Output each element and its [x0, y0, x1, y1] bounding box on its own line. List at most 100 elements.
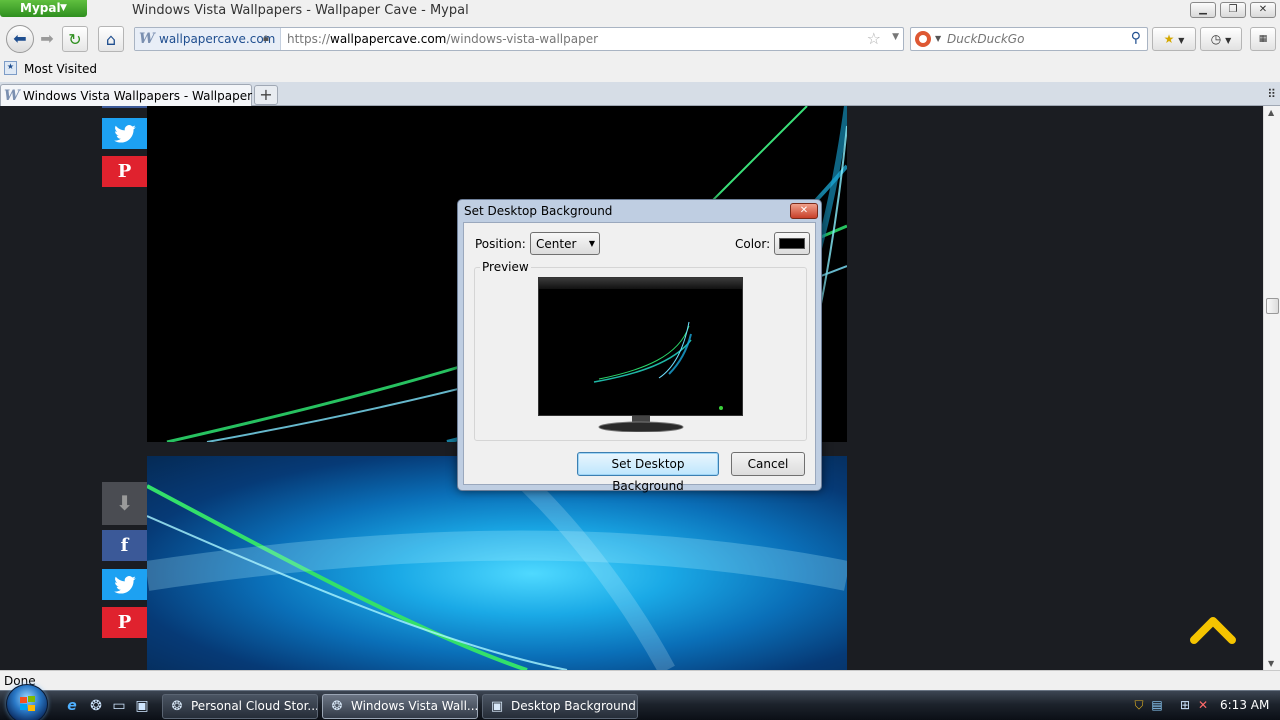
duckduckgo-icon[interactable]: [915, 31, 931, 47]
forward-icon: ➡: [40, 29, 54, 48]
taskbar-item-personal-cloud[interactable]: ❂ Personal Cloud Stor...: [162, 694, 318, 719]
restore-button[interactable]: ❐: [1220, 2, 1246, 18]
display-icon: ▣: [490, 699, 504, 714]
url-history-dropdown-icon[interactable]: ▼: [892, 32, 899, 42]
cancel-button[interactable]: Cancel: [731, 452, 805, 476]
windows-logo-icon: [20, 696, 35, 711]
position-select[interactable]: Center ▼: [530, 232, 600, 255]
home-button[interactable]: ⌂: [98, 26, 124, 52]
close-icon: ✕: [1258, 4, 1268, 15]
extension-icon: ▦: [1258, 34, 1268, 44]
internet-explorer-icon[interactable]: e: [64, 698, 80, 714]
extension-button[interactable]: ▦: [1250, 27, 1276, 51]
search-input[interactable]: [947, 31, 1127, 47]
preview-wallpaper-streaks: [593, 321, 692, 383]
twitter-icon: [113, 125, 136, 143]
vertical-scrollbar[interactable]: ▲ ▼: [1263, 106, 1280, 670]
bookmarks-menu-button[interactable]: ★ ▼: [1152, 27, 1196, 51]
volume-muted-icon[interactable]: ✕: [1196, 698, 1210, 713]
app-menu-button[interactable]: Mypal ▼: [0, 0, 87, 17]
minimize-icon: ▁: [1199, 4, 1207, 15]
facebook-share-button[interactable]: f: [102, 530, 147, 561]
dialog-titlebar[interactable]: Set Desktop Background ✕: [458, 200, 821, 222]
pinterest-share-button[interactable]: P: [102, 156, 147, 187]
url-host: wallpapercave.com: [330, 32, 447, 46]
facebook-icon: f: [120, 535, 129, 556]
preview-label: Preview: [480, 260, 531, 274]
dialog-title: Set Desktop Background: [464, 204, 613, 218]
url-bar[interactable]: W wallpapercave.com 🔒︎ https://wallpaper…: [134, 27, 904, 51]
security-shield-icon[interactable]: ⛉: [1132, 698, 1146, 713]
set-desktop-background-dialog: Set Desktop Background ✕ Position: Cente…: [457, 199, 822, 493]
status-bar: Done: [0, 670, 1280, 690]
minimize-button[interactable]: ▁: [1190, 2, 1216, 18]
site-identity-button[interactable]: W wallpapercave.com 🔒︎: [135, 28, 281, 50]
monitor-power-led: [719, 406, 723, 410]
taskbar-item-desktop-background[interactable]: ▣ Desktop Background: [482, 694, 638, 719]
show-desktop-icon[interactable]: ▭: [111, 698, 127, 714]
browser-icon: ❂: [171, 699, 183, 714]
site-favicon-icon: W: [139, 31, 155, 47]
color-label: Color:: [735, 237, 771, 251]
tab-list-icon[interactable]: ⠿: [1267, 87, 1276, 101]
search-icon[interactable]: ⚲: [1131, 30, 1141, 46]
forward-button[interactable]: ➡: [34, 26, 60, 52]
history-button[interactable]: ◷ ▼: [1200, 27, 1242, 51]
tray-app-icon[interactable]: ▤: [1150, 698, 1164, 713]
facebook-share-button[interactable]: [102, 106, 147, 108]
close-window-button[interactable]: ✕: [1250, 2, 1276, 18]
new-tab-button[interactable]: +: [254, 85, 278, 105]
network-icon[interactable]: ⊞: [1178, 698, 1192, 713]
scroll-up-icon[interactable]: ▲: [1268, 108, 1274, 117]
position-label: Position:: [475, 237, 526, 251]
scrollbar-thumb[interactable]: [1266, 298, 1279, 314]
taskbar-item-label: Desktop Background: [511, 699, 636, 713]
lock-icon: 🔒︎: [263, 31, 269, 44]
app-menu-label: Mypal: [20, 1, 61, 15]
chevron-down-icon: ▼: [60, 3, 67, 13]
taskbar-item-windows-vista-wallpapers[interactable]: ❂ Windows Vista Wall...: [322, 694, 478, 719]
browser-quicklaunch-icon[interactable]: ❂: [88, 698, 104, 714]
color-picker-button[interactable]: [774, 232, 810, 255]
scroll-down-icon[interactable]: ▼: [1268, 659, 1274, 668]
chevron-down-icon[interactable]: ▼: [935, 34, 941, 43]
scroll-to-top-icon[interactable]: [1190, 614, 1236, 644]
back-icon: ⬅: [13, 29, 27, 48]
switch-windows-icon[interactable]: ▣: [134, 698, 150, 714]
bookmarks-toolbar: ★ Most Visited: [0, 56, 1280, 82]
bookmarks-star-icon: ★: [1163, 32, 1175, 46]
taskbar-item-label: Personal Cloud Stor...: [191, 699, 318, 713]
url-path: /windows-vista-wallpaper: [446, 32, 599, 46]
taskbar-clock[interactable]: 6:13 AM: [1220, 698, 1269, 712]
download-button[interactable]: ⬇: [102, 482, 147, 525]
close-icon: ✕: [799, 205, 809, 216]
twitter-share-button[interactable]: [102, 569, 147, 600]
start-button[interactable]: [6, 684, 48, 720]
position-value: Center: [536, 237, 577, 251]
bookmark-star-icon[interactable]: ☆: [867, 29, 881, 48]
reload-icon: ↻: [68, 30, 82, 49]
pinterest-share-button[interactable]: P: [102, 607, 147, 638]
home-icon: ⌂: [105, 30, 117, 49]
monitor-preview: [538, 277, 743, 416]
window-titlebar: Mypal ▼ Windows Vista Wallpapers - Wallp…: [0, 0, 1280, 22]
dialog-close-button[interactable]: ✕: [790, 203, 818, 219]
site-favicon-icon: W: [4, 88, 20, 104]
set-desktop-background-button[interactable]: Set Desktop Background: [577, 452, 719, 493]
browser-icon: ❂: [331, 699, 343, 714]
url-text[interactable]: https://wallpapercave.com/windows-vista-…: [287, 32, 598, 46]
clock-icon: ◷: [1210, 32, 1222, 46]
site-domain: wallpapercave.com: [159, 32, 276, 46]
navigation-toolbar: ⬅ ➡ ↻ ⌂ W wallpapercave.com 🔒︎ https://w…: [0, 22, 1280, 56]
bookmark-most-visited[interactable]: Most Visited: [24, 62, 97, 76]
search-bar[interactable]: ▼ ⚲: [910, 27, 1148, 51]
tab-label: Windows Vista Wallpapers - Wallpaper C..…: [23, 89, 276, 103]
window-title: Windows Vista Wallpapers - Wallpaper Cav…: [132, 3, 469, 18]
reload-button[interactable]: ↻: [62, 26, 88, 52]
color-swatch: [779, 238, 805, 249]
chevron-down-icon: ▼: [588, 239, 595, 248]
tab-wallpaper-cave[interactable]: W Windows Vista Wallpapers - Wallpaper C…: [0, 84, 276, 106]
restore-icon: ❐: [1228, 4, 1238, 15]
back-button[interactable]: ⬅: [6, 25, 34, 53]
twitter-share-button[interactable]: [102, 118, 147, 149]
